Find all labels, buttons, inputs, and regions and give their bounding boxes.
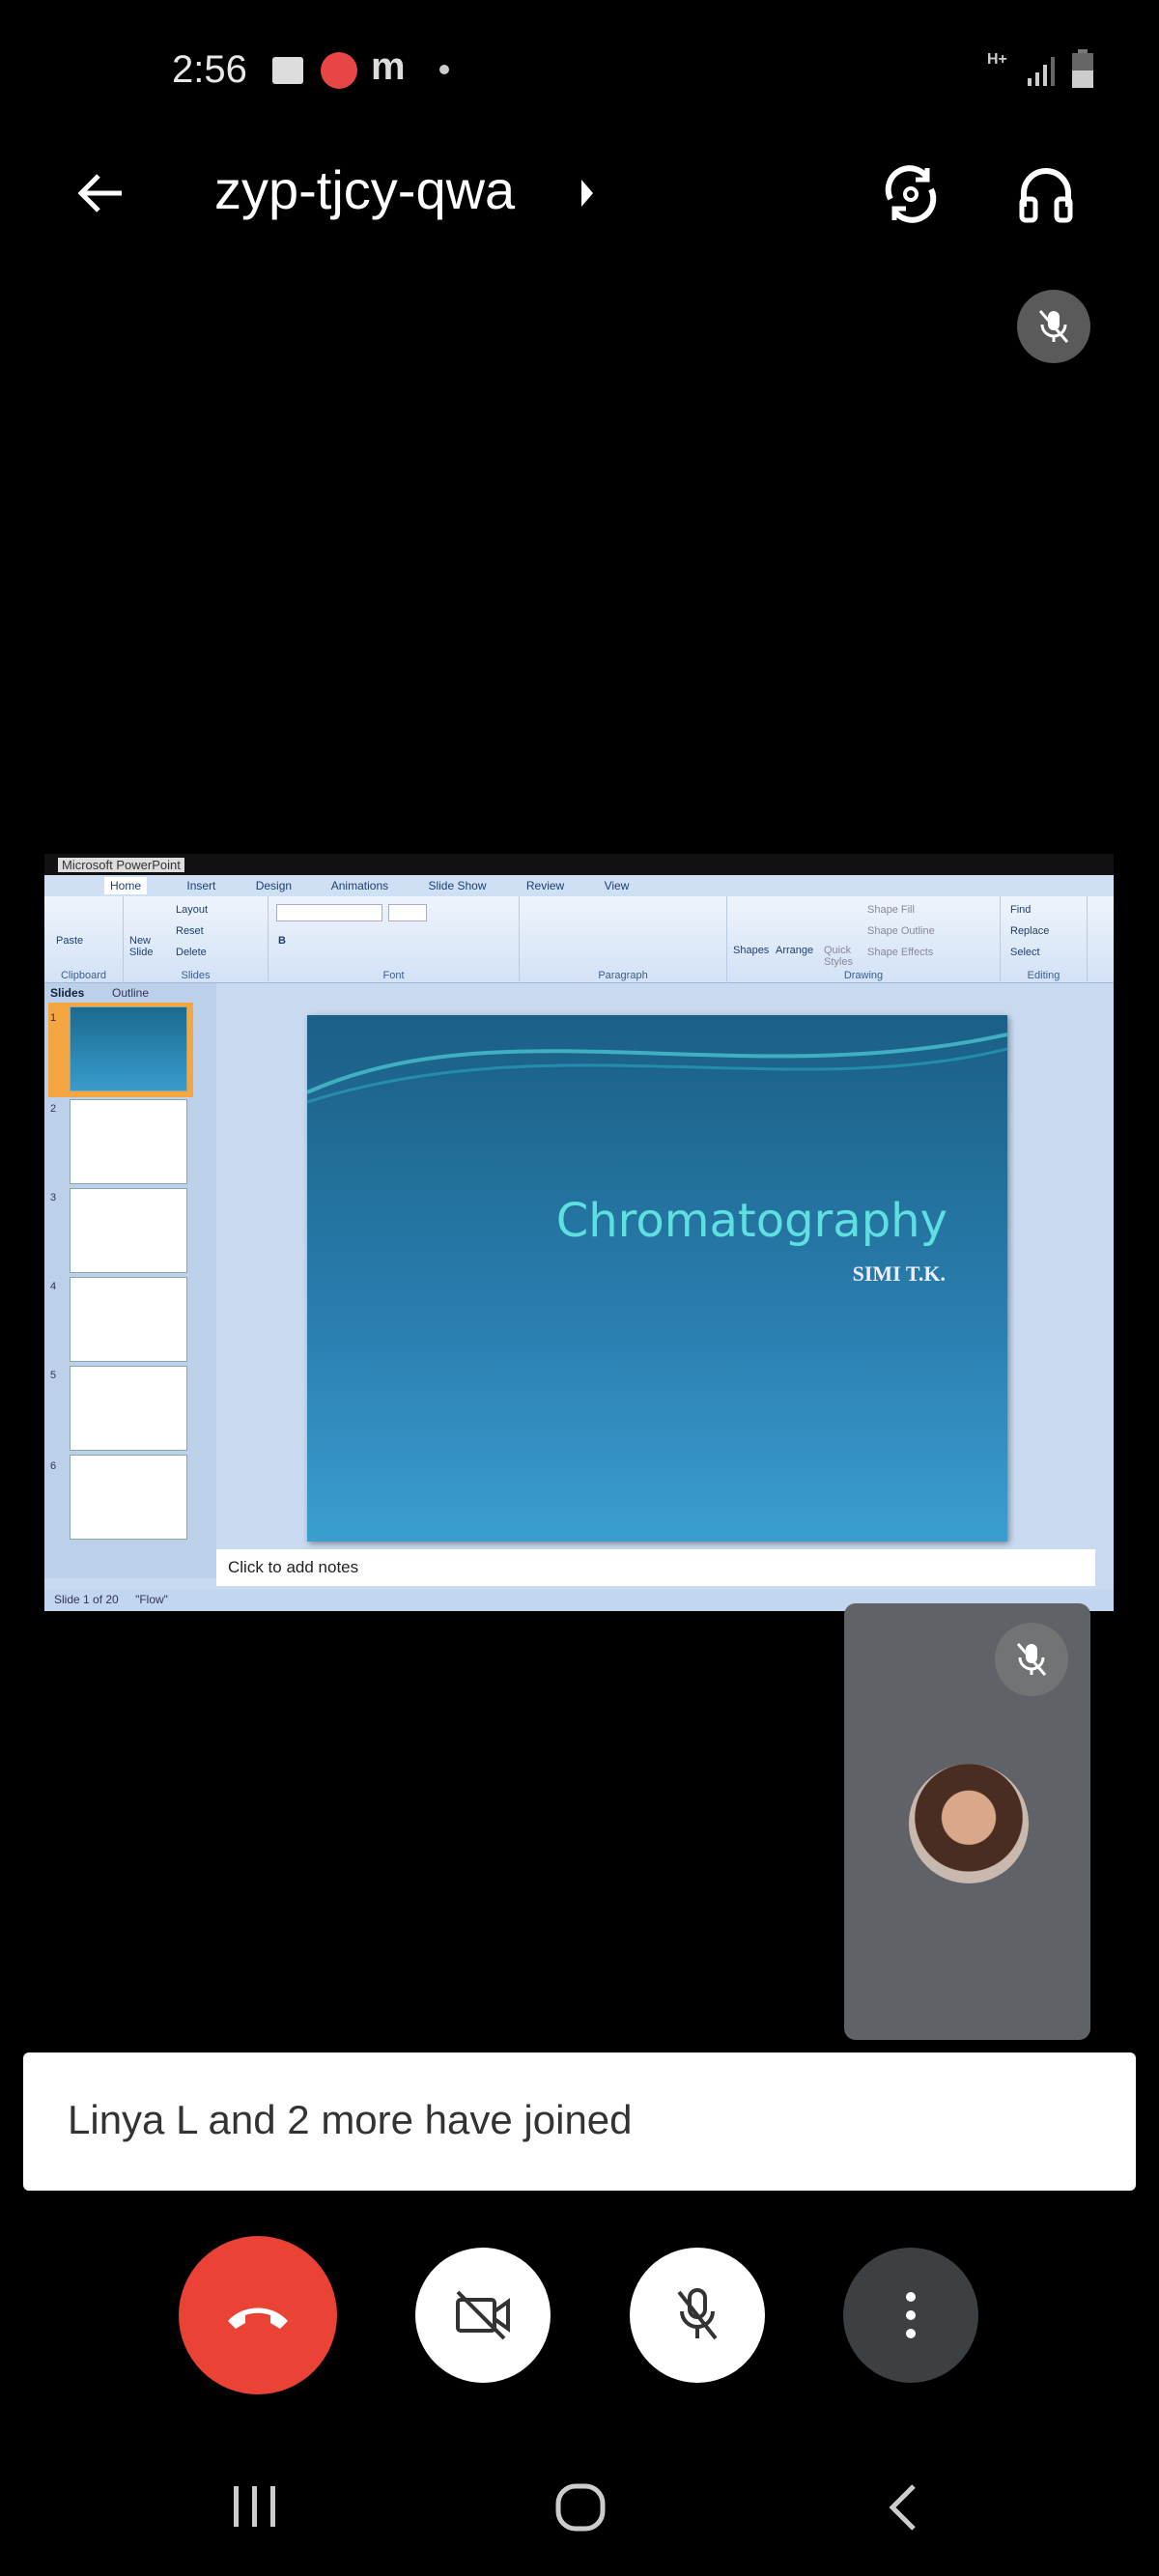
join-notification-toast: Linya L and 2 more have joined [23,2052,1136,2191]
delete-button[interactable]: Delete [176,947,207,958]
ppt-title-bar: Microsoft PowerPoint [44,854,1114,875]
presenter-mic-off-icon [1017,290,1090,363]
tab-slide-show[interactable]: Slide Show [428,879,486,892]
layout-button[interactable]: Layout [176,904,208,916]
group-paragraph: Paragraph [520,896,727,983]
slide-thumbnail[interactable] [70,1188,187,1273]
audio-output-headphones-icon[interactable] [1016,162,1076,224]
font-name-box[interactable] [276,904,382,921]
group-editing: Find Replace Select Editing [1001,896,1088,983]
thumb-number: 3 [50,1192,57,1203]
tab-outline[interactable]: Outline [112,986,149,1000]
group-slides: New Slide Layout Reset Delete Slides [124,896,269,983]
more-options-button[interactable] [843,2248,978,2383]
group-label: Editing [1027,970,1060,981]
camera-toggle-button[interactable] [415,2248,551,2383]
back-arrow-icon[interactable] [73,166,127,220]
slide-thumbnail[interactable] [70,1277,187,1362]
reset-button[interactable]: Reset [176,925,204,937]
ppt-ribbon-tabs: Home Insert Design Animations Slide Show… [44,875,1114,896]
group-label: Slides [181,970,211,981]
self-mic-off-icon [995,1623,1068,1696]
arrange-button[interactable]: Arrange [776,945,813,956]
thumb-number: 2 [50,1103,57,1115]
paste-button[interactable]: Paste [56,935,83,947]
group-drawing: Shapes Arrange Quick Styles Shape Fill S… [727,896,1001,983]
slide-thumbnail[interactable] [70,1366,187,1451]
group-clipboard: Paste Clipboard [44,896,124,983]
slide-thumbnail[interactable] [70,1099,187,1184]
group-font: B Font [269,896,520,983]
find-button[interactable]: Find [1010,904,1031,916]
notes-field[interactable]: Click to add notes [216,1549,1095,1586]
more-notifications-dot [439,65,449,74]
thumb-number: 4 [50,1281,57,1292]
android-nav-bar [0,2463,1159,2550]
group-label: Clipboard [60,970,107,981]
meeting-details-arrow-icon[interactable] [578,176,597,211]
self-video-tile[interactable] [844,1603,1090,2040]
meeting-code[interactable]: zyp-tjcy-qwa [214,158,515,221]
slide-wave-decoration [307,1033,1007,1104]
tab-insert[interactable]: Insert [186,879,215,892]
bold-button[interactable]: B [278,935,286,947]
theme-name: "Flow" [135,1593,168,1606]
thumb-number: 6 [50,1460,57,1472]
home-icon[interactable] [554,2482,607,2533]
select-button[interactable]: Select [1010,947,1040,958]
group-label: Font [382,970,405,981]
tab-view[interactable]: View [605,879,630,892]
switch-camera-icon[interactable] [879,162,943,226]
mic-off-icon [677,2288,718,2340]
new-slide-button[interactable]: New Slide [129,935,168,958]
tab-animations[interactable]: Animations [331,879,388,892]
status-bar: 2:56 m H+ [0,43,1159,101]
app-notification-icon [321,52,357,89]
tab-home[interactable]: Home [104,877,148,894]
more-vert-icon [906,2292,916,2338]
current-slide: Chromatography SIMI T.K. [307,1015,1007,1542]
shapes-button[interactable]: Shapes [733,945,769,956]
camera-off-icon [456,2290,510,2340]
self-avatar [909,1764,1029,1883]
hang-up-icon [228,2307,288,2329]
tab-review[interactable]: Review [526,879,564,892]
ppt-app-name: Microsoft PowerPoint [58,858,184,872]
recent-apps-icon[interactable] [230,2484,280,2529]
meeting-header: zyp-tjcy-qwa [0,145,1159,241]
shape-fill-button[interactable]: Shape Fill [867,904,915,916]
quick-styles-button[interactable]: Quick Styles [824,945,857,968]
slide-title: Chromatography [555,1194,947,1248]
end-call-button[interactable] [179,2236,337,2394]
shape-outline-button[interactable]: Shape Outline [867,925,935,937]
shape-effects-button[interactable]: Shape Effects [867,947,933,958]
back-icon[interactable] [887,2482,919,2533]
slides-panel: Slides Outline 1 2 3 4 5 6 [44,983,216,1578]
tab-slides[interactable]: Slides [50,986,84,1000]
thumb-number: 1 [50,1012,57,1024]
group-label: Paragraph [598,970,648,981]
network-type-icon: H+ [987,51,1007,68]
gallery-icon [272,57,303,84]
thumb-number: 5 [50,1370,57,1381]
slide-thumbnail[interactable] [70,1455,187,1540]
microphone-toggle-button[interactable] [630,2248,765,2383]
slide-counter: Slide 1 of 20 [54,1593,119,1606]
battery-icon [1072,49,1093,88]
clock: 2:56 [172,48,247,91]
slide-subtitle: SIMI T.K. [852,1261,946,1286]
m-icon: m [371,45,406,88]
group-label: Drawing [843,970,884,981]
slide-thumbnail[interactable] [70,1006,187,1091]
ppt-ribbon: Paste Clipboard New Slide Layout Reset D… [44,896,1114,983]
tab-design[interactable]: Design [256,879,292,892]
screen-share-powerpoint: Microsoft PowerPoint Home Insert Design … [44,854,1114,1611]
signal-icon [1028,57,1055,86]
font-size-box[interactable] [388,904,427,921]
replace-button[interactable]: Replace [1010,925,1049,937]
